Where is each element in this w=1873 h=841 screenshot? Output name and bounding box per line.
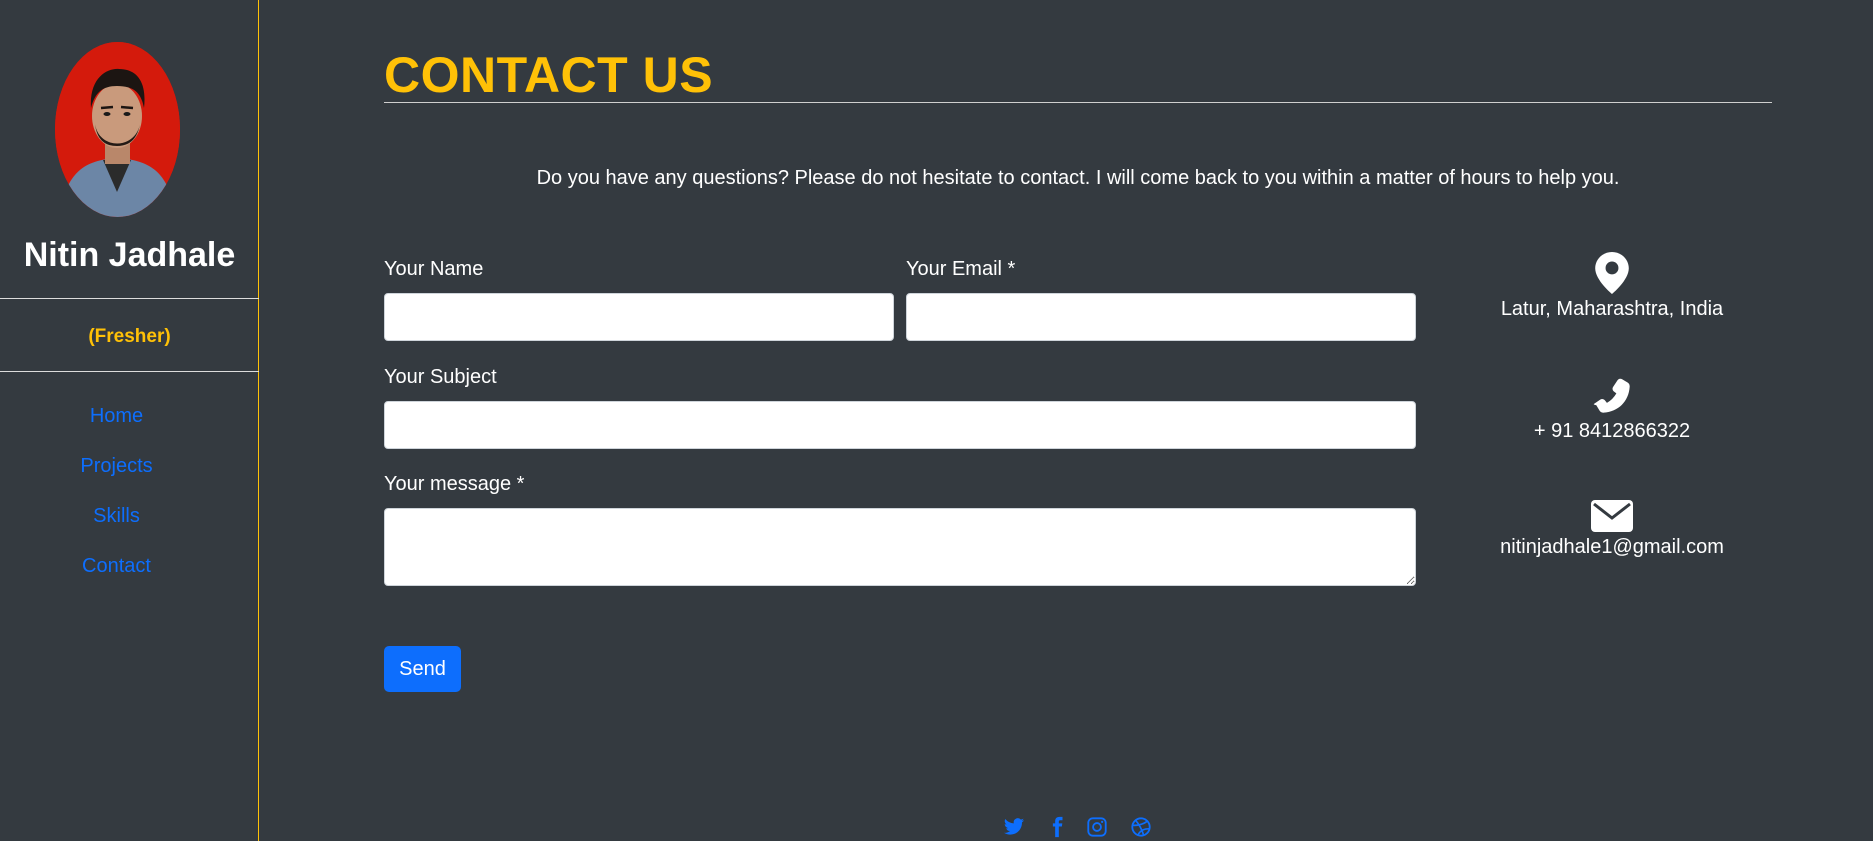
email-text: nitinjadhale1@gmail.com: [1500, 536, 1724, 558]
send-button[interactable]: Send: [384, 646, 461, 692]
page-title: CONTACT US: [384, 47, 714, 103]
message-label: Your message *: [384, 473, 525, 495]
phone-icon: [1593, 378, 1630, 413]
envelope-icon: [1591, 500, 1633, 532]
map-marker-icon: [1595, 252, 1629, 294]
phone-text: + 91 8412866322: [1533, 420, 1691, 442]
name-label: Your Name: [384, 258, 484, 280]
title-divider: [384, 102, 1772, 103]
email-input[interactable]: [906, 293, 1416, 341]
name-input[interactable]: [384, 293, 894, 341]
intro-text: Do you have any questions? Please do not…: [536, 167, 1620, 189]
phone-block: + 91 8412866322: [1462, 374, 1762, 443]
profile-photo: [55, 42, 180, 217]
profile-name: Nitin Jadhale: [23, 236, 236, 274]
message-textarea[interactable]: [384, 508, 1416, 586]
sidebar-divider: [0, 298, 259, 299]
subject-input[interactable]: [384, 401, 1416, 449]
nav-projects[interactable]: Projects: [0, 455, 233, 478]
avatar: [55, 42, 180, 217]
address-block: Latur, Maharashtra, India: [1462, 252, 1762, 321]
instagram-icon[interactable]: [1086, 816, 1111, 841]
twitter-icon[interactable]: [1003, 816, 1028, 841]
sidebar: Nitin Jadhale (Fresher) Home Projects Sk…: [0, 0, 259, 841]
nav-home[interactable]: Home: [0, 405, 233, 428]
facebook-icon[interactable]: [1046, 816, 1071, 841]
nav-skills[interactable]: Skills: [0, 505, 233, 528]
sidebar-divider: [0, 371, 259, 372]
address-text: Latur, Maharashtra, India: [1500, 298, 1724, 320]
subject-label: Your Subject: [384, 366, 497, 388]
nav-contact[interactable]: Contact: [0, 555, 233, 578]
email-block: nitinjadhale1@gmail.com: [1462, 500, 1762, 559]
email-label: Your Email *: [906, 258, 1016, 280]
dribbble-icon[interactable]: [1130, 816, 1155, 841]
profile-role: (Fresher): [88, 326, 171, 347]
